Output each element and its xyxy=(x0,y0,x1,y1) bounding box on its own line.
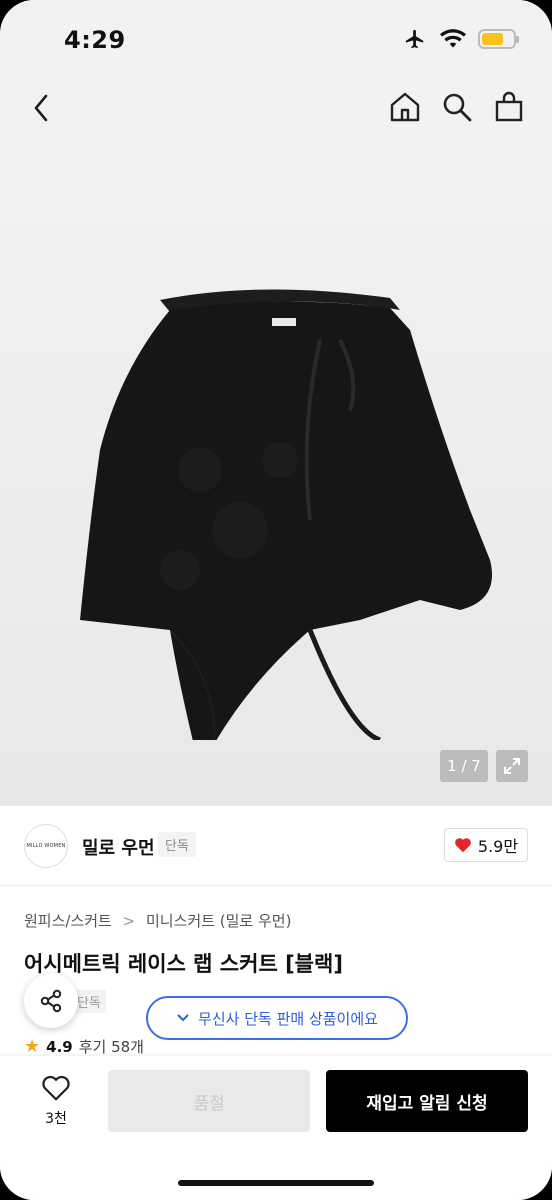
top-nav xyxy=(0,78,552,140)
share-icon xyxy=(40,989,62,1013)
status-icons xyxy=(402,28,519,50)
exclusive-notice-pill[interactable]: 무신사 단독 판매 상품이에요 xyxy=(146,996,408,1040)
exclusive-tag: 단독 xyxy=(158,832,196,857)
review-count: 후기 58개 xyxy=(78,1038,144,1056)
image-counter: 1 / 7 xyxy=(440,750,488,782)
star-icon: ★ xyxy=(24,1036,41,1057)
breadcrumb: 원피스/스커트 > 미니스커트 (밀로 우먼) xyxy=(24,910,291,931)
product-image-gallery[interactable]: 1 / 7 xyxy=(0,140,552,806)
breadcrumb-category[interactable]: 원피스/스커트 xyxy=(24,912,112,930)
search-icon[interactable] xyxy=(440,90,474,124)
wishlist-count: 3천 xyxy=(45,1111,67,1127)
rating-score: 4.9 xyxy=(46,1037,73,1056)
phone-screen: 4:29 1 / 7 MILLO WOMEN 밀로 우먼 단독 5.9만 원피스… xyxy=(0,0,552,1200)
brand-name[interactable]: 밀로 우먼 xyxy=(82,834,155,860)
brand-like-button[interactable]: 5.9만 xyxy=(444,828,528,862)
brand-like-count: 5.9만 xyxy=(477,837,519,856)
brand-row: MILLO WOMEN 밀로 우먼 단독 5.9만 xyxy=(0,806,552,886)
battery-icon xyxy=(478,29,519,49)
chevron-down-icon xyxy=(177,1014,189,1022)
share-button[interactable] xyxy=(24,974,78,1028)
brand-logo-text: MILLO WOMEN xyxy=(26,843,66,849)
exclusive-notice-text: 무신사 단독 판매 상품이에요 xyxy=(198,1009,378,1028)
home-indicator xyxy=(178,1180,374,1186)
chevron-right-icon: > xyxy=(122,912,136,930)
soldout-button: 품절 xyxy=(108,1070,310,1132)
restock-alert-button[interactable]: 재입고 알림 신청 xyxy=(326,1070,528,1132)
wifi-icon xyxy=(440,29,466,48)
product-image xyxy=(80,289,492,740)
back-icon[interactable] xyxy=(28,92,56,124)
heart-filled-icon xyxy=(455,838,471,853)
home-icon[interactable] xyxy=(388,90,422,124)
rating-row[interactable]: ★ 4.9 후기 58개 xyxy=(24,1036,144,1057)
airplane-icon xyxy=(405,29,424,49)
bag-icon[interactable] xyxy=(492,90,526,124)
product-title: 어시메트릭 레이스 랩 스커트 [블랙] xyxy=(24,952,343,976)
bottom-action-bar: 3천 품절 재입고 알림 신청 xyxy=(0,1056,552,1200)
wishlist-button[interactable]: 3천 xyxy=(30,1074,82,1128)
brand-logo[interactable]: MILLO WOMEN xyxy=(24,824,68,868)
heart-outline-icon xyxy=(42,1075,70,1101)
status-time: 4:29 xyxy=(64,26,126,54)
breadcrumb-subcategory[interactable]: 미니스커트 (밀로 우먼) xyxy=(146,912,291,930)
expand-icon[interactable] xyxy=(496,750,528,782)
status-bar: 4:29 xyxy=(0,0,552,78)
